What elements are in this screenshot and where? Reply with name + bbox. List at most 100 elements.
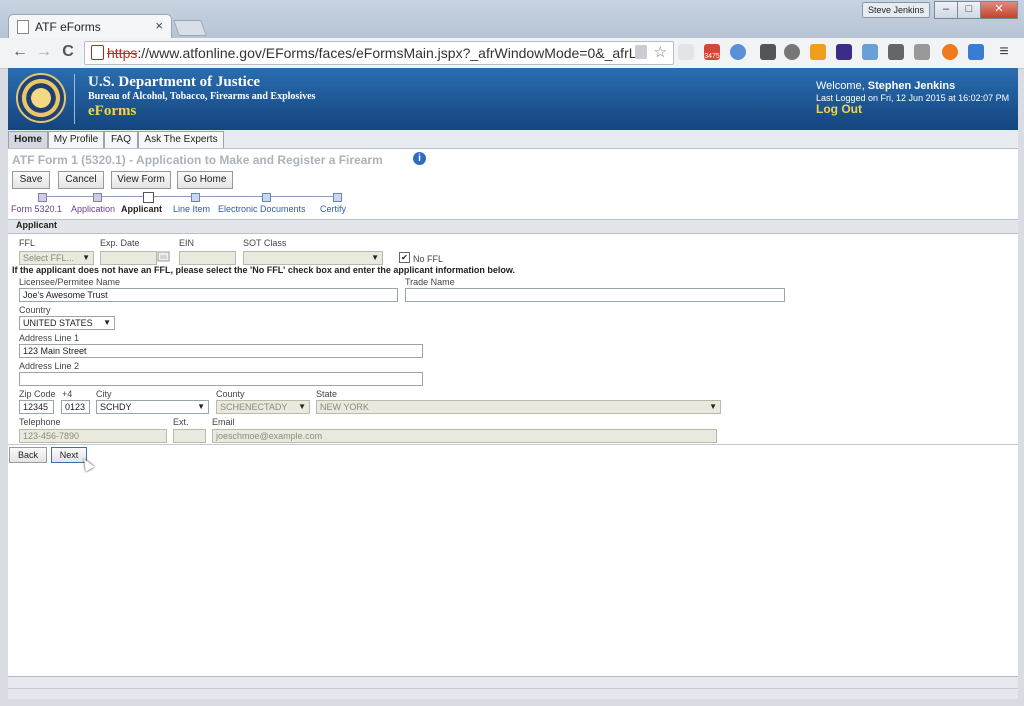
star-icon[interactable]: ☆ bbox=[654, 43, 667, 61]
no-ffl-notice: If the applicant does not have an FFL, p… bbox=[12, 265, 516, 275]
new-tab-button[interactable] bbox=[173, 20, 207, 36]
address1-field[interactable]: 123 Main Street bbox=[19, 344, 423, 358]
chevron-down-icon: ▼ bbox=[82, 253, 90, 262]
train-stop-form[interactable] bbox=[38, 193, 47, 202]
logout-link[interactable]: Log Out bbox=[816, 102, 862, 116]
tool-icon[interactable] bbox=[760, 44, 776, 60]
welcome-text: Welcome, Stephen Jenkins bbox=[816, 80, 955, 92]
train-label-application[interactable]: Application bbox=[71, 204, 115, 214]
bookmark-icon[interactable] bbox=[836, 44, 852, 60]
state-select[interactable]: NEW YORK ▼ bbox=[316, 400, 721, 414]
view-form-button[interactable]: View Form bbox=[111, 171, 171, 189]
adblock-icon[interactable] bbox=[678, 44, 694, 60]
sot-class-select[interactable]: ▼ bbox=[243, 251, 383, 265]
train-label-form[interactable]: Form 5320.1 bbox=[11, 204, 62, 214]
train-label-electronic-documents[interactable]: Electronic Documents bbox=[218, 204, 306, 214]
menu-icon[interactable]: ≡ bbox=[996, 44, 1012, 60]
ein-field[interactable] bbox=[179, 251, 236, 265]
tab-home[interactable]: Home bbox=[8, 131, 48, 148]
address2-field[interactable] bbox=[19, 372, 423, 386]
section-title: Applicant bbox=[16, 220, 58, 230]
bug-icon[interactable] bbox=[888, 44, 904, 60]
train-stop-applicant bbox=[143, 192, 154, 203]
zoom-icon[interactable] bbox=[784, 44, 800, 60]
train-line bbox=[42, 196, 338, 197]
chevron-down-icon: ▼ bbox=[371, 253, 379, 262]
save-button[interactable]: Save bbox=[12, 171, 50, 189]
back-arrow-icon[interactable]: ← bbox=[10, 42, 30, 62]
exp-date-field[interactable] bbox=[100, 251, 157, 265]
address-bar[interactable]: https://www.atfonline.gov/EForms/faces/e… bbox=[84, 41, 674, 65]
ext-label: Ext. bbox=[173, 417, 189, 427]
ffl-select-value: Select FFL... bbox=[23, 253, 75, 263]
city-select-value: SCHDY bbox=[100, 402, 132, 412]
chat-icon[interactable] bbox=[730, 44, 746, 60]
amazon-icon[interactable] bbox=[810, 44, 826, 60]
page-icon bbox=[17, 20, 29, 34]
licensee-field[interactable]: Joe's Awesome Trust bbox=[19, 288, 398, 302]
eforms-title: eForms bbox=[88, 103, 137, 119]
info-icon[interactable]: i bbox=[413, 152, 426, 165]
country-select[interactable]: UNITED STATES ▼ bbox=[19, 316, 115, 330]
sot-class-label: SOT Class bbox=[243, 238, 287, 248]
city-select[interactable]: SCHDY ▼ bbox=[96, 400, 209, 414]
chevron-down-icon: ▼ bbox=[709, 402, 717, 411]
screenshot-icon[interactable] bbox=[862, 44, 878, 60]
chevron-down-icon: ▼ bbox=[197, 402, 205, 411]
gmail-badge: 3475 bbox=[704, 53, 720, 60]
back-button[interactable]: Back bbox=[9, 447, 47, 463]
city-label: City bbox=[96, 389, 112, 399]
county-select-value: SCHENECTADY bbox=[220, 402, 288, 412]
ffl-select[interactable]: Select FFL... ▼ bbox=[19, 251, 94, 265]
train-stop-application[interactable] bbox=[93, 193, 102, 202]
country-label: Country bbox=[19, 305, 51, 315]
tab-ask-the-experts[interactable]: Ask The Experts bbox=[138, 131, 224, 148]
plus4-label: +4 bbox=[62, 389, 73, 399]
trade-name-label: Trade Name bbox=[405, 277, 455, 287]
section-header: Applicant bbox=[8, 219, 1018, 234]
forward-arrow-icon[interactable]: → bbox=[34, 42, 54, 62]
bureau-title: Bureau of Alcohol, Tobacco, Firearms and… bbox=[88, 91, 316, 102]
tab-title: ATF eForms bbox=[35, 20, 101, 34]
atf-seal-logo bbox=[16, 73, 66, 123]
browser-tab[interactable]: ATF eForms × bbox=[8, 14, 172, 39]
url-scheme: https bbox=[107, 45, 138, 61]
insecure-lock-icon bbox=[91, 45, 104, 60]
reload-icon[interactable]: C bbox=[58, 42, 78, 62]
zip-field[interactable]: 12345 bbox=[19, 400, 54, 414]
tag-icon[interactable] bbox=[914, 44, 930, 60]
status-bar-divider bbox=[8, 688, 1018, 689]
address2-label: Address Line 2 bbox=[19, 361, 80, 371]
notifier-icon[interactable] bbox=[942, 44, 958, 60]
no-ffl-checkbox[interactable]: ✔ bbox=[399, 252, 410, 263]
profile-badge[interactable]: Steve Jenkins bbox=[862, 2, 930, 18]
close-window-button[interactable]: ✕ bbox=[980, 1, 1018, 19]
maximize-button[interactable]: □ bbox=[957, 1, 981, 19]
licensee-label: Licensee/Permitee Name bbox=[19, 277, 121, 287]
trade-name-field[interactable] bbox=[405, 288, 785, 302]
county-select[interactable]: SCHENECTADY ▼ bbox=[216, 400, 310, 414]
train-label-certify[interactable]: Certify bbox=[320, 204, 346, 214]
county-label: County bbox=[216, 389, 245, 399]
train-stop-certify[interactable] bbox=[333, 193, 342, 202]
train-label-line-item[interactable]: Line Item bbox=[173, 204, 210, 214]
ffl-label: FFL bbox=[19, 238, 36, 248]
gmail-icon[interactable]: 3475 bbox=[704, 44, 720, 60]
state-label: State bbox=[316, 389, 338, 399]
go-home-button[interactable]: Go Home bbox=[177, 171, 233, 189]
plus4-field[interactable]: 0123 bbox=[61, 400, 90, 414]
tab-close-icon[interactable]: × bbox=[155, 18, 163, 33]
tab-my-profile[interactable]: My Profile bbox=[48, 131, 104, 148]
phone-field[interactable]: 123-456-7890 bbox=[19, 429, 167, 443]
tab-faq[interactable]: FAQ bbox=[104, 131, 138, 148]
chevron-down-icon: ▼ bbox=[298, 402, 306, 411]
train-stop-line-item[interactable] bbox=[191, 193, 200, 202]
shield-icon[interactable] bbox=[635, 45, 647, 59]
calendar-icon[interactable] bbox=[157, 250, 171, 262]
minimize-button[interactable]: – bbox=[934, 1, 958, 19]
sync-icon[interactable] bbox=[968, 44, 984, 60]
email-field[interactable]: joeschmoe@example.com bbox=[212, 429, 717, 443]
train-stop-electronic-documents[interactable] bbox=[262, 193, 271, 202]
ext-field[interactable] bbox=[173, 429, 206, 443]
cancel-button[interactable]: Cancel bbox=[58, 171, 104, 189]
